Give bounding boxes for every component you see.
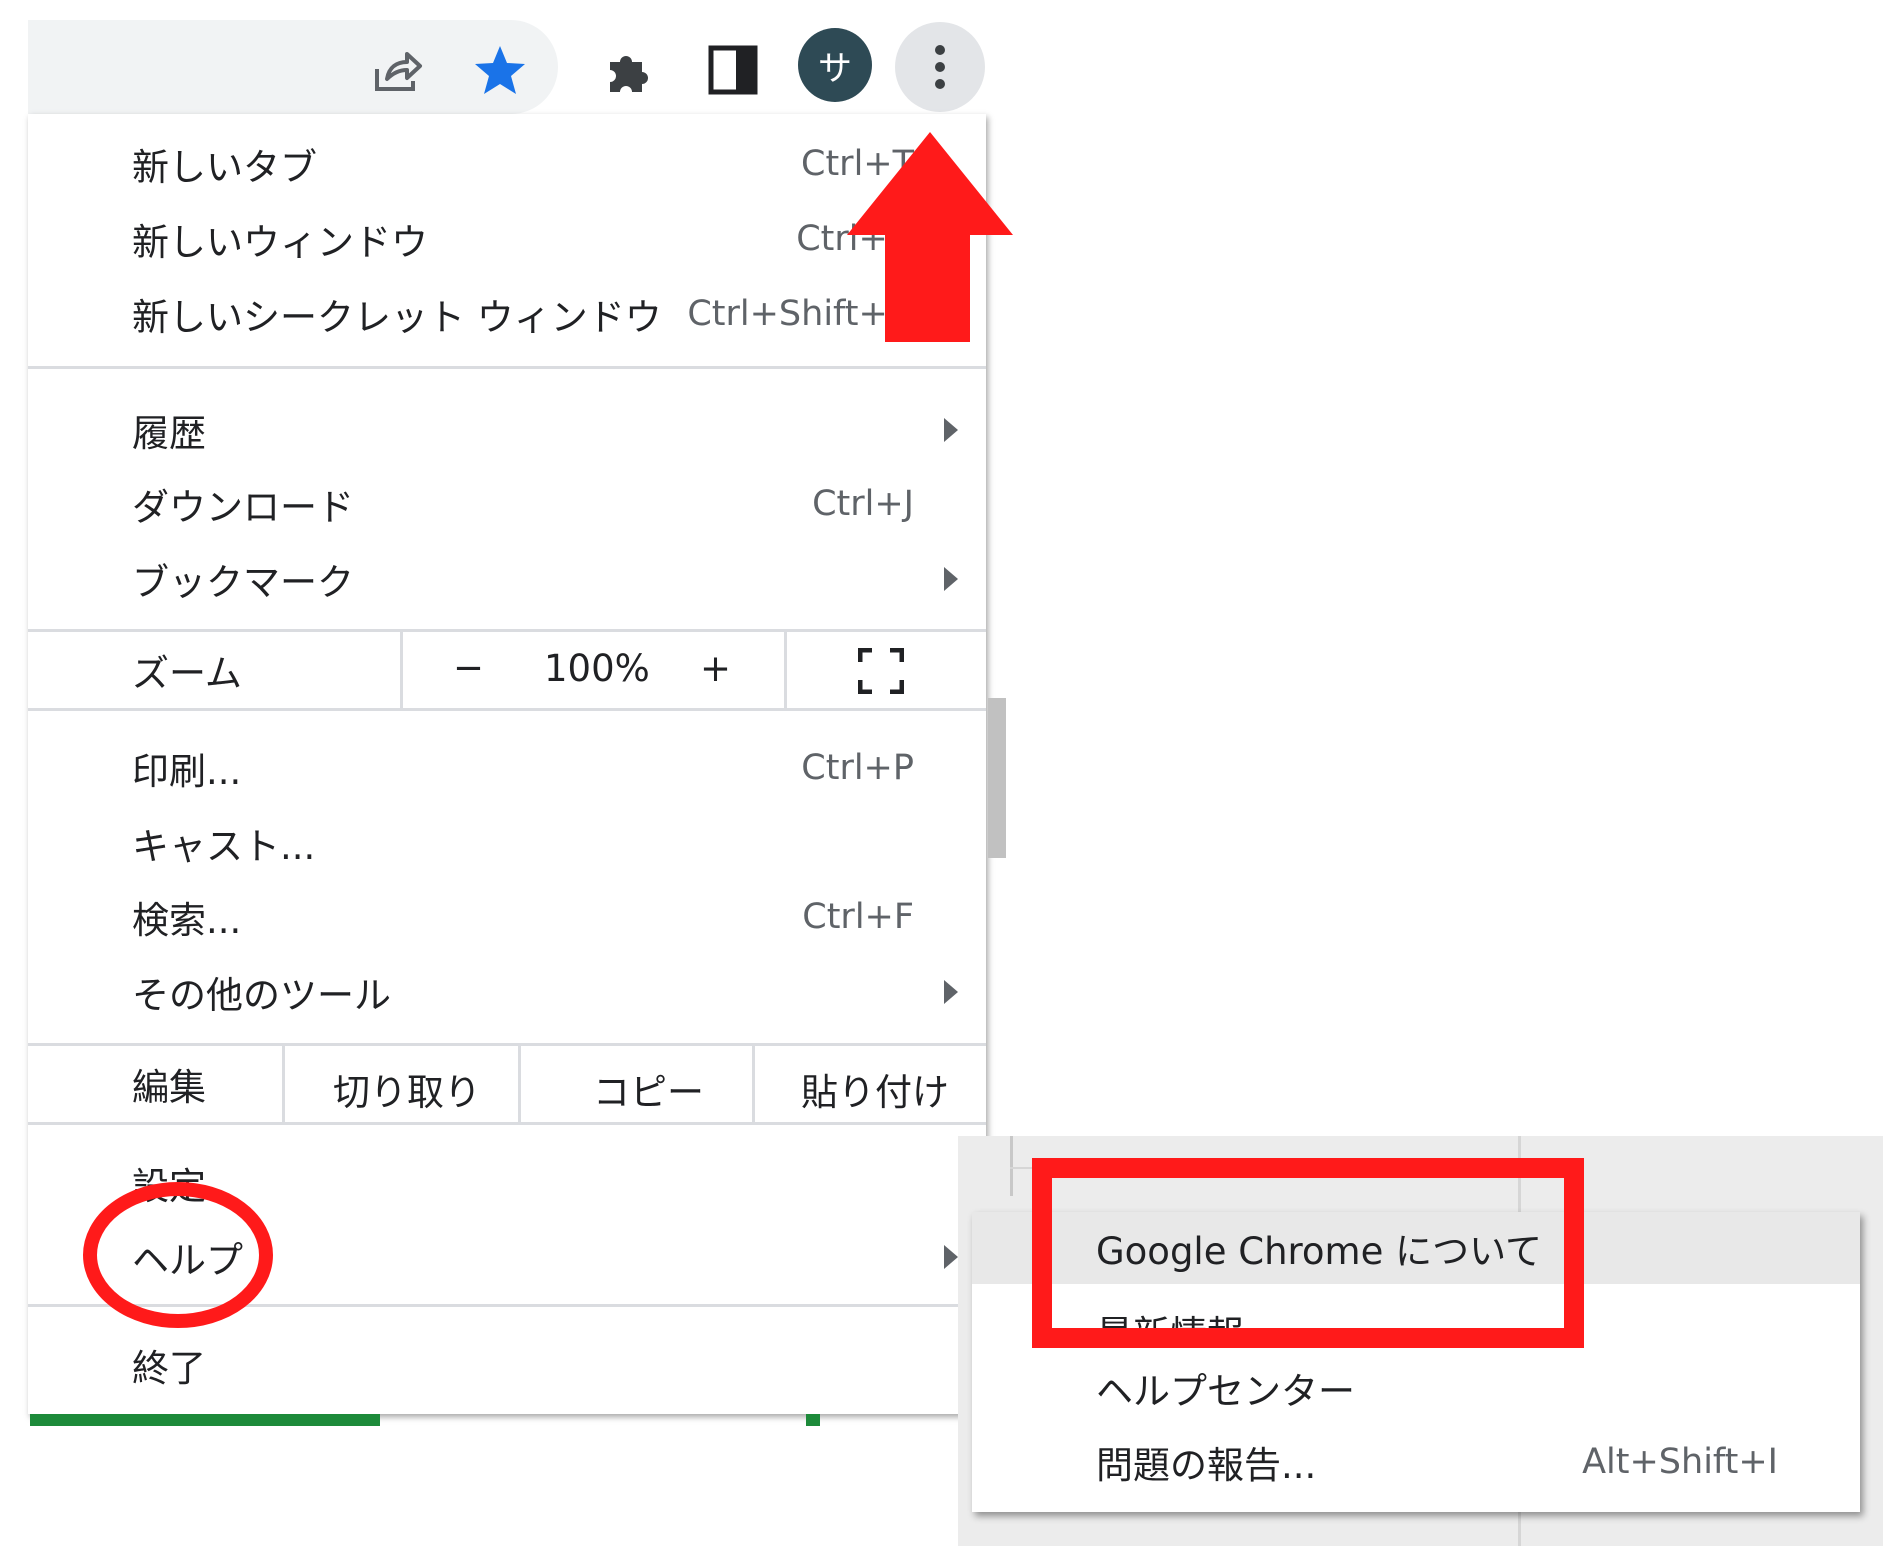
- menu-item-label: 履歴: [132, 412, 206, 455]
- menu-item-new-tab[interactable]: 新しいタブ Ctrl+T: [28, 127, 986, 201]
- puzzle-icon[interactable]: [600, 40, 660, 100]
- menu-item-label: ダウンロード: [132, 486, 354, 529]
- menu-item-new-window[interactable]: 新しいウィンドウ Ctrl+N: [28, 202, 986, 276]
- page-line: [1010, 1167, 1518, 1169]
- menu-item-shortcut: Ctrl+N: [796, 219, 914, 259]
- menu-item-label: 設定: [132, 1165, 206, 1208]
- page-text-fragment: [30, 1414, 380, 1426]
- menu-item-cast[interactable]: キャスト...: [28, 806, 986, 880]
- menu-item-shortcut: Ctrl+F: [802, 897, 914, 937]
- submenu-arrow-icon: [944, 567, 958, 591]
- menu-item-label: 新しいウィンドウ: [132, 221, 428, 264]
- menu-item-find[interactable]: 検索... Ctrl+F: [28, 880, 986, 954]
- menu-item-exit[interactable]: 終了: [28, 1328, 986, 1402]
- submenu-item-label: Google Chrome について: [1096, 1230, 1543, 1273]
- menu-divider: [752, 1046, 755, 1122]
- menu-item-label: 印刷...: [132, 750, 242, 793]
- submenu-item-label: 問題の報告...: [1096, 1444, 1317, 1487]
- scrollbar-thumb[interactable]: [988, 698, 1006, 858]
- menu-item-help[interactable]: ヘルプ: [28, 1220, 986, 1294]
- menu-item-bookmarks[interactable]: ブックマーク: [28, 542, 986, 616]
- zoom-label: ズーム: [132, 652, 242, 695]
- menu-item-label: その他のツール: [132, 974, 391, 1017]
- submenu-item-about[interactable]: Google Chrome について: [972, 1212, 1860, 1284]
- menu-divider: [282, 1046, 285, 1122]
- menu-item-label: 終了: [132, 1347, 206, 1390]
- kebab-icon: [935, 45, 945, 89]
- submenu-item-whats-new[interactable]: 最新情報: [972, 1284, 1860, 1334]
- menu-item-shortcut: Ctrl+J: [812, 484, 914, 524]
- menu-divider: [28, 708, 986, 711]
- menu-item-history[interactable]: 履歴: [28, 393, 986, 467]
- chrome-menu-button[interactable]: [895, 22, 985, 112]
- menu-item-downloads[interactable]: ダウンロード Ctrl+J: [28, 467, 986, 541]
- page-text-fragment: [806, 1414, 820, 1426]
- menu-divider: [784, 632, 787, 708]
- submenu-item-label: ヘルプセンター: [1096, 1370, 1355, 1413]
- menu-item-label: キャスト...: [132, 825, 316, 868]
- submenu-arrow-icon: [944, 1245, 958, 1269]
- zoom-value: 100%: [544, 647, 650, 690]
- chrome-main-menu: 新しいタブ Ctrl+T 新しいウィンドウ Ctrl+N 新しいシークレット ウ…: [28, 114, 986, 1414]
- submenu-item-help-center[interactable]: ヘルプセンター: [972, 1352, 1860, 1424]
- zoom-out-button[interactable]: −: [453, 646, 484, 689]
- page-line: [1010, 1136, 1013, 1196]
- menu-item-label: ブックマーク: [132, 561, 354, 604]
- zoom-in-button[interactable]: +: [700, 647, 731, 690]
- menu-divider: [28, 1122, 986, 1125]
- menu-item-settings[interactable]: 設定: [28, 1146, 986, 1220]
- menu-item-more-tools[interactable]: その他のツール: [28, 955, 986, 1029]
- menu-item-label: 新しいシークレット ウィンドウ: [132, 296, 662, 339]
- side-panel-icon[interactable]: [705, 42, 761, 98]
- submenu-item-label: 最新情報: [1096, 1304, 1244, 1334]
- menu-item-label: 検索...: [132, 899, 242, 942]
- menu-item-label: 新しいタブ: [132, 146, 317, 189]
- fullscreen-icon[interactable]: [857, 647, 905, 695]
- menu-divider: [28, 366, 986, 369]
- submenu-arrow-icon: [944, 980, 958, 1004]
- menu-divider: [518, 1046, 521, 1122]
- help-submenu: Google Chrome について 最新情報 ヘルプセンター 問題の報告...…: [972, 1212, 1860, 1512]
- submenu-arrow-icon: [944, 418, 958, 442]
- edit-label: 編集: [132, 1066, 206, 1109]
- menu-item-print[interactable]: 印刷... Ctrl+P: [28, 731, 986, 805]
- cut-button[interactable]: 切り取り: [333, 1062, 481, 1116]
- menu-item-incognito[interactable]: 新しいシークレット ウィンドウ Ctrl+Shift+N: [28, 277, 986, 351]
- avatar-letter: サ: [818, 48, 852, 89]
- paste-button[interactable]: 貼り付け: [801, 1062, 949, 1116]
- menu-divider: [400, 632, 403, 708]
- menu-divider: [28, 1304, 986, 1307]
- share-icon[interactable]: [370, 42, 426, 98]
- menu-item-label: ヘルプ: [132, 1239, 243, 1282]
- menu-item-shortcut: Ctrl+T: [801, 144, 914, 184]
- menu-item-zoom: ズーム: [28, 632, 986, 708]
- star-icon[interactable]: [470, 40, 530, 100]
- menu-item-shortcut: Ctrl+Shift+N: [687, 294, 914, 334]
- profile-avatar[interactable]: サ: [798, 28, 872, 102]
- submenu-item-shortcut: Alt+Shift+I: [1582, 1442, 1778, 1482]
- submenu-item-report-issue[interactable]: 問題の報告... Alt+Shift+I: [972, 1426, 1860, 1498]
- copy-button[interactable]: コピー: [593, 1062, 704, 1116]
- menu-item-shortcut: Ctrl+P: [801, 748, 914, 788]
